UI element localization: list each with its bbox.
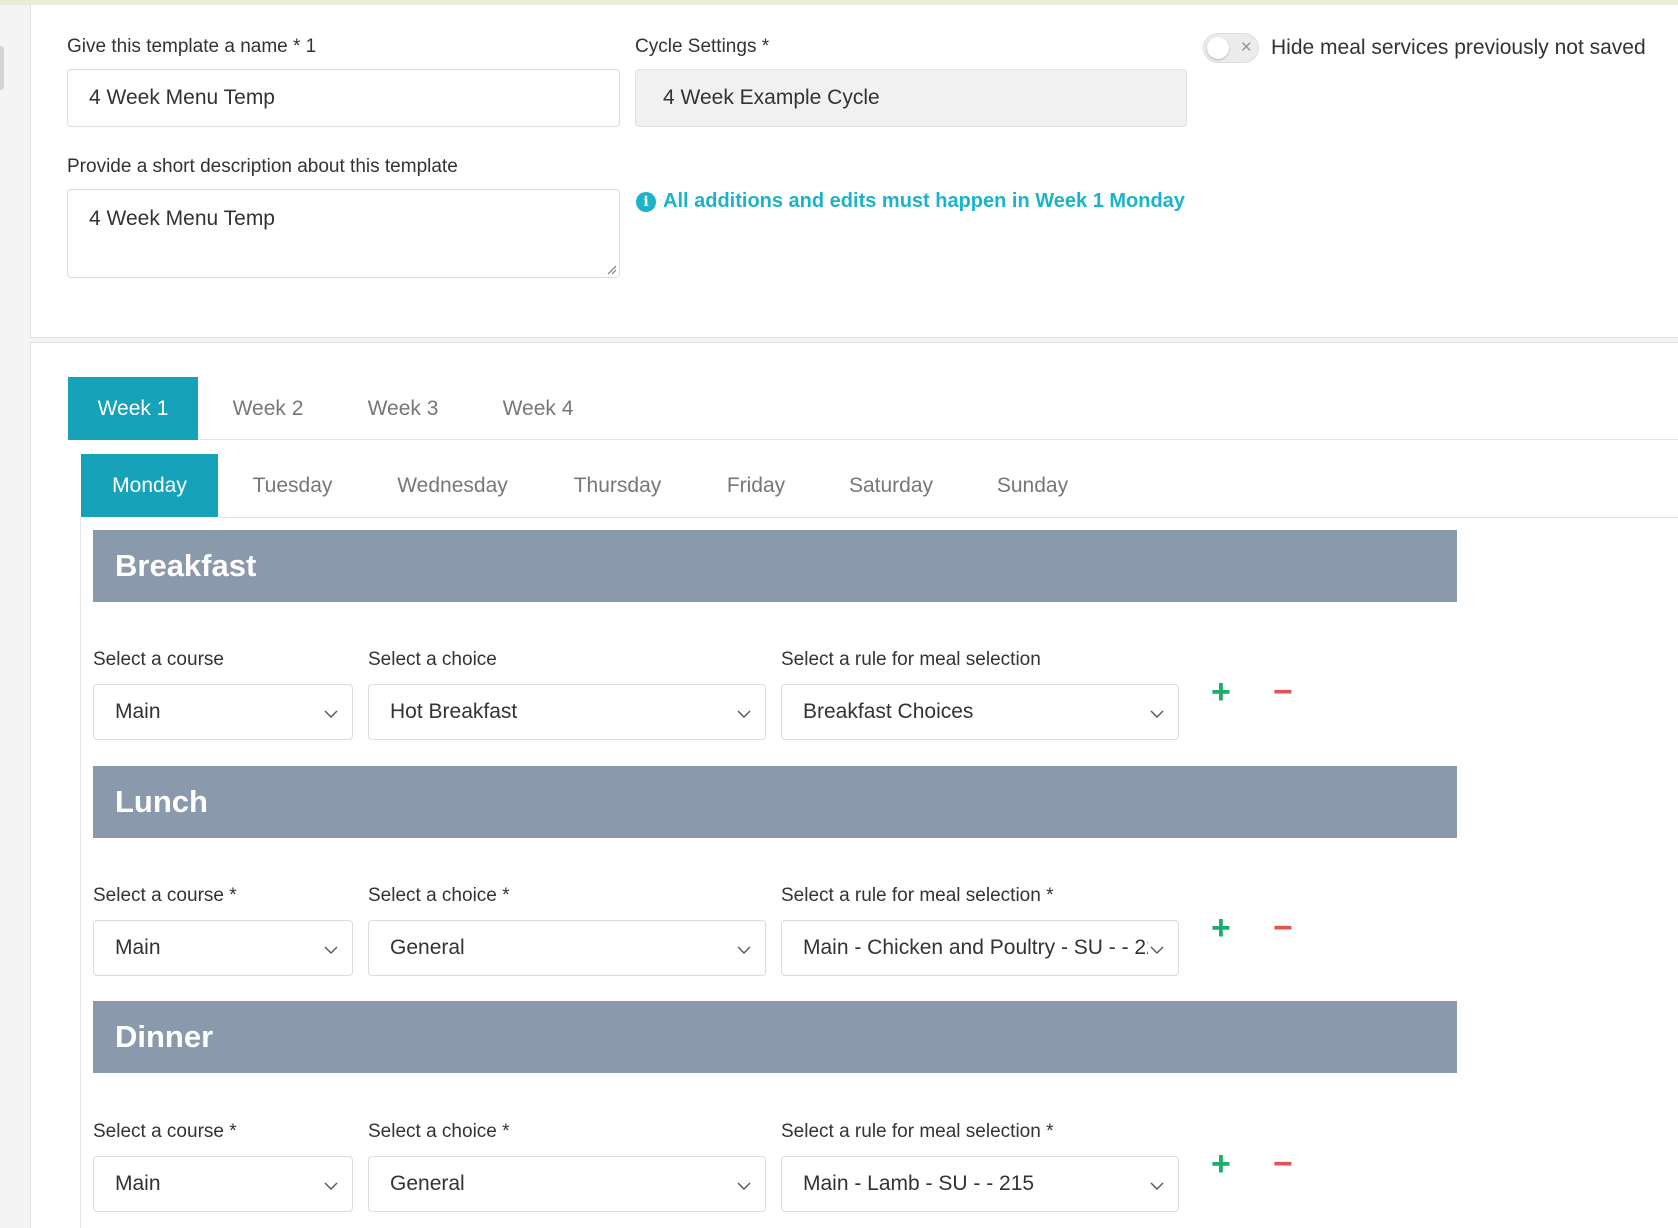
resize-handle-icon[interactable] [605, 263, 617, 275]
course-label-lunch: Select a course * [93, 885, 237, 906]
cycle-settings-label: Cycle Settings * [635, 36, 770, 57]
tab-saturday[interactable]: Saturday [832, 454, 950, 517]
course-select-lunch[interactable]: Main [93, 920, 353, 976]
choice-select-value: General [390, 936, 465, 959]
tab-week-4[interactable]: Week 4 [488, 377, 588, 440]
tab-week-1[interactable]: Week 1 [68, 377, 198, 440]
choice-select-lunch[interactable]: General [368, 920, 766, 976]
course-select-breakfast[interactable]: Main [93, 684, 353, 740]
course-select-value: Main [115, 936, 161, 959]
template-description-textarea[interactable]: 4 Week Menu Temp [67, 189, 620, 278]
chevron-down-icon [737, 1182, 751, 1190]
choice-select-value: Hot Breakfast [390, 700, 518, 723]
tab-sunday[interactable]: Sunday [980, 454, 1085, 517]
add-row-button[interactable]: + [1211, 675, 1231, 709]
course-label-breakfast: Select a course [93, 649, 224, 670]
tab-week-2[interactable]: Week 2 [218, 377, 318, 440]
hide-meal-services-toggle[interactable]: ✕ [1203, 33, 1259, 63]
chevron-down-icon [324, 946, 338, 954]
sidebar-handle[interactable] [0, 46, 4, 90]
add-row-button[interactable]: + [1211, 1147, 1231, 1181]
chevron-down-icon [324, 710, 338, 718]
tab-monday[interactable]: Monday [81, 454, 218, 517]
rule-label-lunch: Select a rule for meal selection * [781, 885, 1054, 906]
meal-header-dinner: Dinner [93, 1001, 1457, 1073]
week-tabs-divider [198, 439, 1678, 440]
choice-select-breakfast[interactable]: Hot Breakfast [368, 684, 766, 740]
day-tabs-divider [218, 517, 1678, 518]
chevron-down-icon [737, 946, 751, 954]
choice-label-lunch: Select a choice * [368, 885, 510, 906]
tab-friday[interactable]: Friday [710, 454, 802, 517]
hide-meal-services-label: Hide meal services previously not saved [1271, 36, 1646, 59]
add-row-button[interactable]: + [1211, 911, 1231, 945]
rule-select-value: Main - Chicken and Poultry - SU - - 22 [803, 936, 1148, 959]
rule-label-dinner: Select a rule for meal selection * [781, 1121, 1054, 1142]
rule-select-lunch[interactable]: Main - Chicken and Poultry - SU - - 22 [781, 920, 1179, 976]
template-name-input[interactable]: 4 Week Menu Temp [67, 69, 620, 127]
course-label-dinner: Select a course * [93, 1121, 237, 1142]
info-circle-icon: i [636, 191, 656, 212]
chevron-down-icon [324, 1182, 338, 1190]
tab-tuesday[interactable]: Tuesday [235, 454, 350, 517]
choice-select-value: General [390, 1172, 465, 1195]
tab-wednesday[interactable]: Wednesday [380, 454, 525, 517]
cycle-settings-field: 4 Week Example Cycle [635, 69, 1187, 127]
template-name-label: Give this template a name * 1 [67, 36, 317, 57]
info-note: i All additions and edits must happen in… [636, 190, 1185, 213]
chevron-down-icon [1150, 1182, 1164, 1190]
tab-week-3[interactable]: Week 3 [353, 377, 453, 440]
rule-select-value: Main - Lamb - SU - - 215 [803, 1172, 1035, 1195]
course-select-dinner[interactable]: Main [93, 1156, 353, 1212]
choice-label-dinner: Select a choice * [368, 1121, 510, 1142]
rule-select-breakfast[interactable]: Breakfast Choices [781, 684, 1179, 740]
chevron-down-icon [1150, 710, 1164, 718]
toggle-knob [1207, 37, 1229, 59]
choice-select-dinner[interactable]: General [368, 1156, 766, 1212]
meal-header-lunch: Lunch [93, 766, 1457, 838]
remove-row-button[interactable]: − [1273, 1147, 1293, 1181]
remove-row-button[interactable]: − [1273, 911, 1293, 945]
close-icon: ✕ [1240, 39, 1253, 56]
meal-header-breakfast: Breakfast [93, 530, 1457, 602]
rule-select-dinner[interactable]: Main - Lamb - SU - - 215 [781, 1156, 1179, 1212]
rule-label-breakfast: Select a rule for meal selection [781, 649, 1041, 670]
info-note-text: All additions and edits must happen in W… [663, 190, 1185, 212]
course-select-value: Main [115, 700, 161, 723]
tab-thursday[interactable]: Thursday [555, 454, 680, 517]
chevron-down-icon [1150, 946, 1164, 954]
choice-label-breakfast: Select a choice [368, 649, 497, 670]
template-description-label: Provide a short description about this t… [67, 156, 458, 177]
template-description-value: 4 Week Menu Temp [89, 207, 275, 230]
day-content-border [80, 517, 81, 1228]
course-select-value: Main [115, 1172, 161, 1195]
chevron-down-icon [737, 710, 751, 718]
rule-select-value: Breakfast Choices [803, 700, 974, 723]
remove-row-button[interactable]: − [1273, 675, 1293, 709]
